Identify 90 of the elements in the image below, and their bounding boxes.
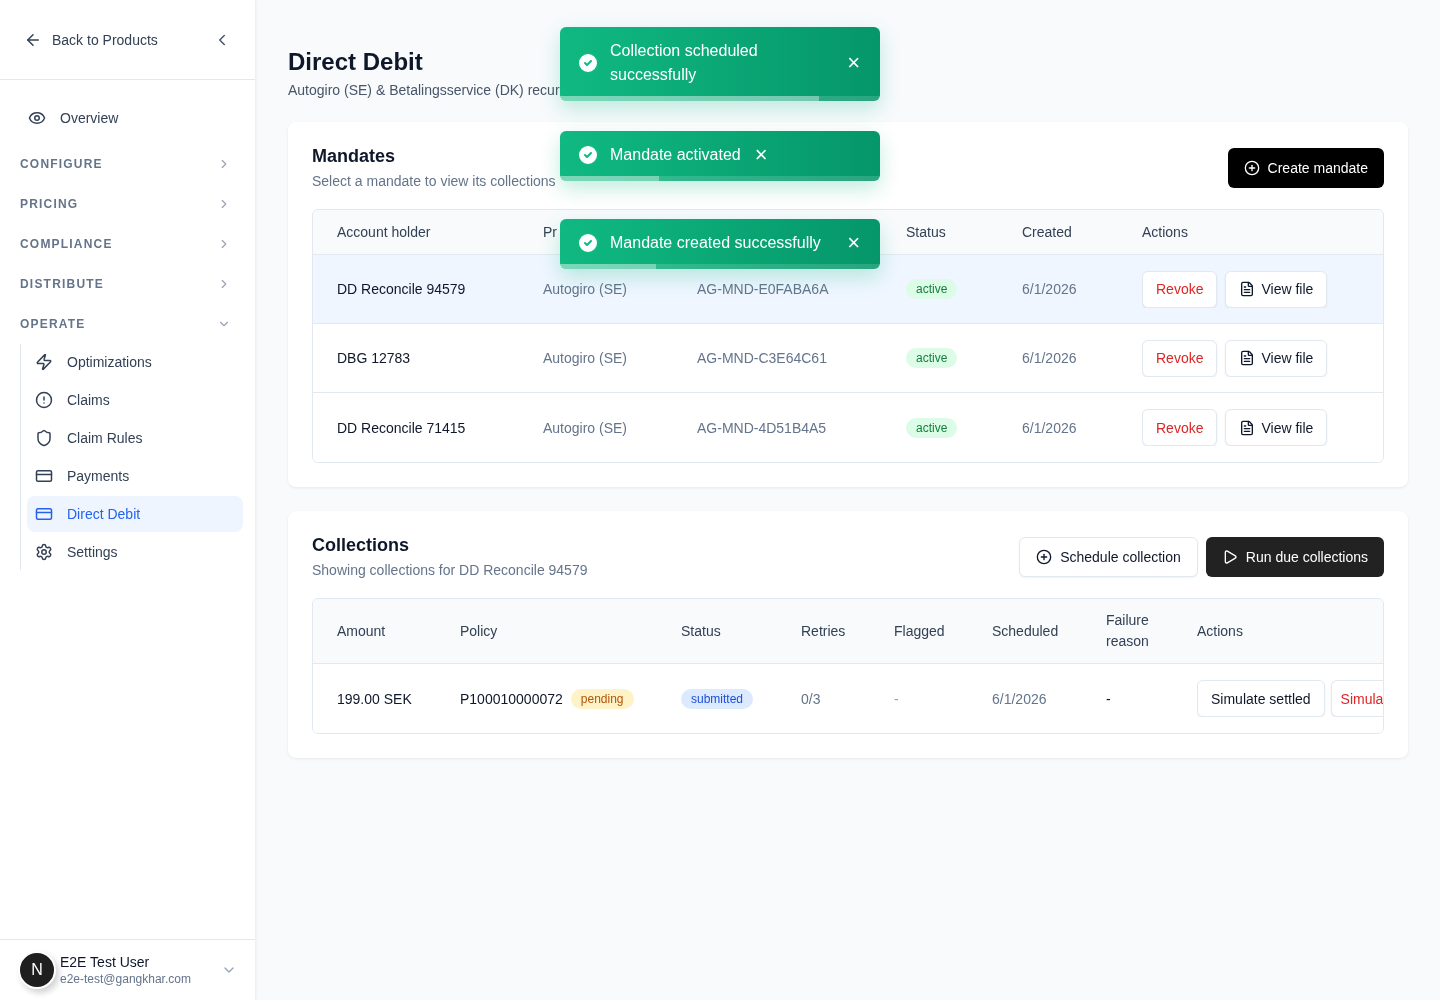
check-icon bbox=[576, 231, 600, 255]
check-icon bbox=[576, 143, 600, 167]
plus-icon bbox=[1036, 548, 1053, 565]
column-header: Pr bbox=[543, 222, 557, 242]
table-cell-text: 6/1/2026 bbox=[992, 690, 1048, 707]
section-label[interactable]: PRICING bbox=[20, 197, 79, 211]
table-cell-text: - bbox=[894, 690, 900, 707]
close-button[interactable]: × bbox=[843, 232, 864, 254]
lightning-icon bbox=[35, 353, 53, 371]
table-cell-text: 0/3 bbox=[801, 690, 822, 707]
shield-icon bbox=[35, 429, 53, 447]
table-cell-text: AG-MND-E0FABA6A bbox=[697, 281, 830, 297]
column-header: Account holder bbox=[337, 222, 431, 242]
toast-message: Collection scheduled successfully bbox=[610, 41, 759, 85]
revoke-button[interactable]: Revoke bbox=[1142, 339, 1218, 377]
column-header: Status bbox=[906, 222, 946, 242]
table-row[interactable]: DD Reconcile 94579 Autogiro (SE) AG-MND-E0FABA6A active 6/1/2026 Revoke View file bbox=[313, 255, 1383, 324]
status-badge: active bbox=[906, 279, 958, 299]
table-cell-text: Autogiro (SE) bbox=[543, 350, 629, 366]
alert-icon bbox=[35, 391, 53, 409]
revoke-button[interactable]: Revoke bbox=[1142, 409, 1218, 446]
nav-item[interactable]: Direct Debit bbox=[27, 496, 243, 532]
nav-item[interactable]: Claims bbox=[27, 382, 243, 418]
table-cell-text: 6/1/2026 bbox=[1022, 281, 1078, 297]
view-file-button[interactable]: View file bbox=[1225, 270, 1328, 308]
section-label[interactable]: DISTRIBUTE bbox=[20, 277, 104, 291]
nav-item[interactable]: Optimizations bbox=[27, 344, 243, 380]
status-badge: active bbox=[906, 348, 958, 368]
nav-item[interactable]: Settings bbox=[27, 534, 243, 570]
table-cell-text: AG-MND-4D51B4A5 bbox=[697, 419, 828, 436]
create-mandate-button[interactable]: Create mandate bbox=[1227, 147, 1384, 188]
column-header: Actions bbox=[1197, 621, 1243, 641]
section-label[interactable]: OPERATE bbox=[20, 317, 86, 331]
card-icon bbox=[35, 467, 53, 485]
status-badge: submitted bbox=[681, 688, 754, 709]
nav-item[interactable]: Overview bbox=[20, 100, 243, 136]
card-subtitle: Select a mandate to view its collections bbox=[312, 173, 556, 189]
table-cell-text: DBG 12783 bbox=[337, 350, 412, 366]
view-file-button[interactable]: View file bbox=[1225, 339, 1328, 377]
table-cell-text: Autogiro (SE) bbox=[543, 419, 629, 436]
card-title: Collections bbox=[312, 535, 410, 556]
column-header: Amount bbox=[337, 621, 386, 641]
page-subtitle: Autogiro (SE) & Betalingsservice (DK) recur bbox=[288, 82, 560, 98]
user-name: E2E Test User bbox=[60, 954, 151, 970]
table-cell-text: 199.00 SEK bbox=[337, 690, 413, 707]
table-cell-text: DD Reconcile 94579 bbox=[337, 281, 467, 297]
column-header: Retries bbox=[801, 621, 846, 641]
column-header: Created bbox=[1022, 222, 1072, 242]
status-badge: active bbox=[906, 417, 958, 438]
table-cell-text: - bbox=[1106, 690, 1112, 707]
settings-icon bbox=[35, 543, 53, 561]
column-header: Scheduled bbox=[992, 621, 1059, 641]
view-file-button[interactable]: View file bbox=[1225, 409, 1328, 446]
schedule-collection-button[interactable]: Schedule collection bbox=[1019, 536, 1198, 577]
file-icon bbox=[1239, 419, 1256, 436]
file-icon bbox=[1239, 281, 1256, 297]
column-header: Flagged bbox=[894, 621, 945, 641]
simulate-failed-button[interactable]: Simula bbox=[1330, 680, 1383, 717]
close-button[interactable]: × bbox=[843, 52, 864, 74]
page-title: Direct Debit bbox=[288, 48, 423, 76]
status-badge: pending bbox=[570, 688, 634, 709]
card-title: Mandates bbox=[312, 146, 397, 167]
nav-item[interactable]: Claim Rules bbox=[27, 420, 243, 456]
toast-message: Mandate activated bbox=[610, 145, 741, 165]
back-link[interactable]: Back to Products bbox=[24, 30, 158, 49]
revoke-button[interactable]: Revoke bbox=[1142, 270, 1218, 308]
table-cell-text: 6/1/2026 bbox=[1022, 419, 1078, 436]
user-email: e2e-test@gangkhar.com bbox=[60, 972, 192, 986]
table-cell: P100010000072 bbox=[460, 690, 563, 707]
section-label[interactable]: CONFIGURE bbox=[20, 157, 103, 171]
toast-message: Mandate created successfully bbox=[610, 233, 822, 253]
eye-icon bbox=[28, 109, 46, 127]
column-header: Status bbox=[681, 621, 721, 641]
section-label[interactable]: COMPLIANCE bbox=[20, 237, 113, 251]
column-header: Failure reason bbox=[1106, 611, 1150, 651]
user-avatar: N bbox=[18, 951, 56, 989]
file-icon bbox=[1239, 350, 1256, 366]
card-subtitle: Showing collections for DD Reconcile 94579 bbox=[312, 562, 588, 578]
run-collections-button[interactable]: Run due collections bbox=[1205, 536, 1384, 577]
table-cell-text: Autogiro (SE) bbox=[543, 281, 629, 297]
table-cell-text: DD Reconcile 71415 bbox=[337, 419, 467, 436]
check-icon bbox=[576, 51, 600, 75]
table-cell-text: AG-MND-C3E64C61 bbox=[697, 350, 828, 366]
simulate-settled-button[interactable]: Simulate settled bbox=[1197, 680, 1325, 717]
card-icon bbox=[35, 505, 53, 523]
column-header: Policy bbox=[460, 621, 498, 641]
column-header: Actions bbox=[1142, 222, 1188, 242]
nav-item[interactable]: Payments bbox=[27, 458, 243, 494]
table-cell-text: 6/1/2026 bbox=[1022, 350, 1078, 366]
plus-icon bbox=[1243, 159, 1260, 176]
